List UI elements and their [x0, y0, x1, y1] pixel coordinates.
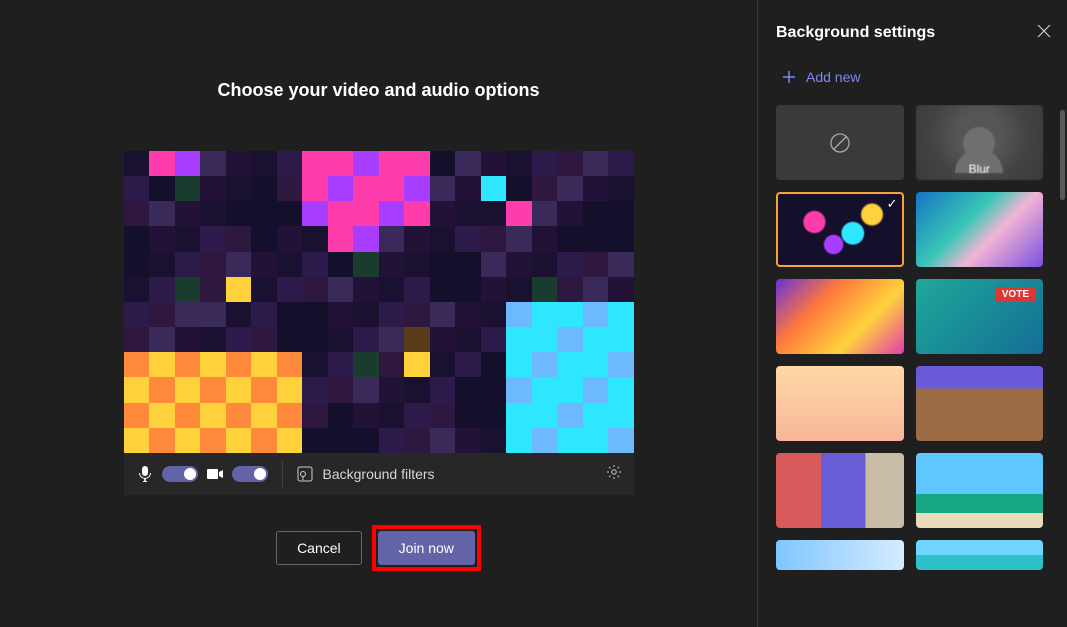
pre-join-screen: Choose your video and audio options Back… [0, 0, 757, 627]
background-option-lights[interactable]: ✓ [776, 192, 904, 267]
panel-title: Background settings [776, 24, 935, 42]
background-filters-label: Background filters [323, 466, 435, 482]
none-icon [829, 132, 851, 154]
background-option-vote[interactable]: VOTE [916, 279, 1044, 354]
page-title: Choose your video and audio options [217, 80, 539, 101]
vote-badge: VOTE [996, 287, 1035, 302]
background-grid: Blur ✓ VOTE [776, 105, 1051, 570]
camera-toggle[interactable] [232, 466, 268, 482]
close-icon [1037, 24, 1051, 38]
microphone-icon [136, 466, 154, 482]
panel-header: Background settings [776, 22, 1051, 43]
background-option-lagoon[interactable] [916, 540, 1044, 570]
background-filters-icon [297, 466, 313, 482]
background-option-hands[interactable] [776, 279, 904, 354]
action-row: Cancel Join now [276, 525, 481, 571]
avatar-silhouette-icon [963, 127, 995, 159]
background-settings-panel: Background settings Add new Blur ✓ VOTE [757, 0, 1067, 627]
microphone-toggle[interactable] [162, 466, 198, 482]
background-option-office[interactable] [776, 453, 904, 528]
plus-icon [782, 70, 796, 84]
join-now-highlight: Join now [372, 525, 481, 571]
video-preview [124, 151, 634, 453]
checkmark-icon: ✓ [887, 196, 898, 212]
device-settings-button[interactable] [606, 464, 622, 485]
background-option-none[interactable] [776, 105, 904, 180]
divider [282, 461, 283, 487]
join-now-button[interactable]: Join now [378, 531, 475, 565]
panel-scrollbar[interactable] [1060, 110, 1065, 200]
background-option-wave[interactable] [916, 192, 1044, 267]
add-new-label: Add new [806, 69, 860, 85]
camera-icon [206, 468, 224, 480]
cancel-button[interactable]: Cancel [276, 531, 362, 565]
gear-icon [606, 464, 622, 480]
device-controls-bar: Background filters [124, 453, 634, 495]
background-option-cake[interactable] [776, 366, 904, 441]
preview-wrapper: Background filters [124, 151, 634, 495]
add-new-background-button[interactable]: Add new [776, 69, 1051, 85]
close-panel-button[interactable] [1037, 22, 1051, 43]
background-option-beach[interactable] [916, 453, 1044, 528]
background-filters-button[interactable]: Background filters [297, 466, 598, 482]
background-option-room[interactable] [916, 366, 1044, 441]
background-option-sky[interactable] [776, 540, 904, 570]
background-option-blur[interactable]: Blur [916, 105, 1044, 180]
blur-label: Blur [969, 162, 990, 176]
